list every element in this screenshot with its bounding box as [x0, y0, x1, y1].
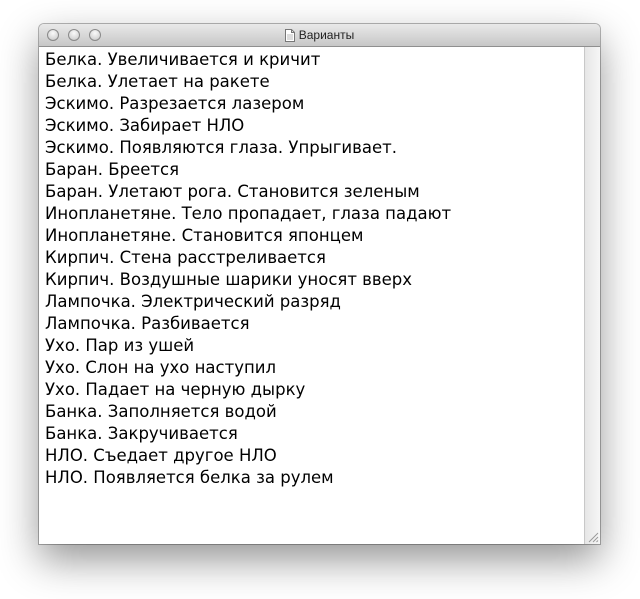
text-line[interactable]: Белка. Увеличивается и кричит: [45, 49, 451, 71]
window-title: Варианты: [298, 28, 355, 42]
text-line[interactable]: Банка. Заполняется водой: [45, 401, 451, 423]
text-line[interactable]: Ухо. Слон на ухо наступил: [45, 357, 451, 379]
window-title-group: Варианты: [39, 24, 600, 46]
text-line[interactable]: Белка. Улетает на ракете: [45, 71, 451, 93]
title-bar[interactable]: Варианты: [39, 24, 600, 47]
text-line[interactable]: Баран. Улетают рога. Становится зеленым: [45, 181, 451, 203]
text-editor-window: Варианты Белка. Увеличивается и кричит Бе…: [39, 24, 600, 544]
text-line[interactable]: Кирпич. Стена расстреливается: [45, 247, 451, 269]
text-line[interactable]: НЛО. Появляется белка за рулем: [45, 467, 451, 489]
text-line[interactable]: Лампочка. Электрический разряд: [45, 291, 451, 313]
text-document-area[interactable]: Белка. Увеличивается и кричит Белка. Улет…: [39, 47, 585, 544]
text-line[interactable]: Инопланетяне. Тело пропадает, глаза пада…: [45, 203, 451, 225]
text-line[interactable]: Эскимо. Забирает НЛО: [45, 115, 451, 137]
text-line[interactable]: Эскимо. Появляются глаза. Упрыгивает.: [45, 137, 451, 159]
text-line[interactable]: НЛО. Съедает другое НЛО: [45, 445, 451, 467]
text-line[interactable]: Лампочка. Разбивается: [45, 313, 451, 335]
text-line[interactable]: Ухо. Падает на черную дырку: [45, 379, 451, 401]
text-line[interactable]: Инопланетяне. Становится японцем: [45, 225, 451, 247]
text-line[interactable]: Ухо. Пар из ушей: [45, 335, 451, 357]
text-line[interactable]: Банка. Закручивается: [45, 423, 451, 445]
vertical-scrollbar[interactable]: [584, 47, 600, 544]
text-line[interactable]: Кирпич. Воздушные шарики уносят вверх: [45, 269, 451, 291]
document-icon: [284, 28, 295, 42]
document-text[interactable]: Белка. Увеличивается и кричит Белка. Улет…: [45, 49, 451, 489]
resize-grip-icon[interactable]: [587, 531, 599, 543]
text-line[interactable]: Эскимо. Разрезается лазером: [45, 93, 451, 115]
text-line[interactable]: Баран. Бреется: [45, 159, 451, 181]
